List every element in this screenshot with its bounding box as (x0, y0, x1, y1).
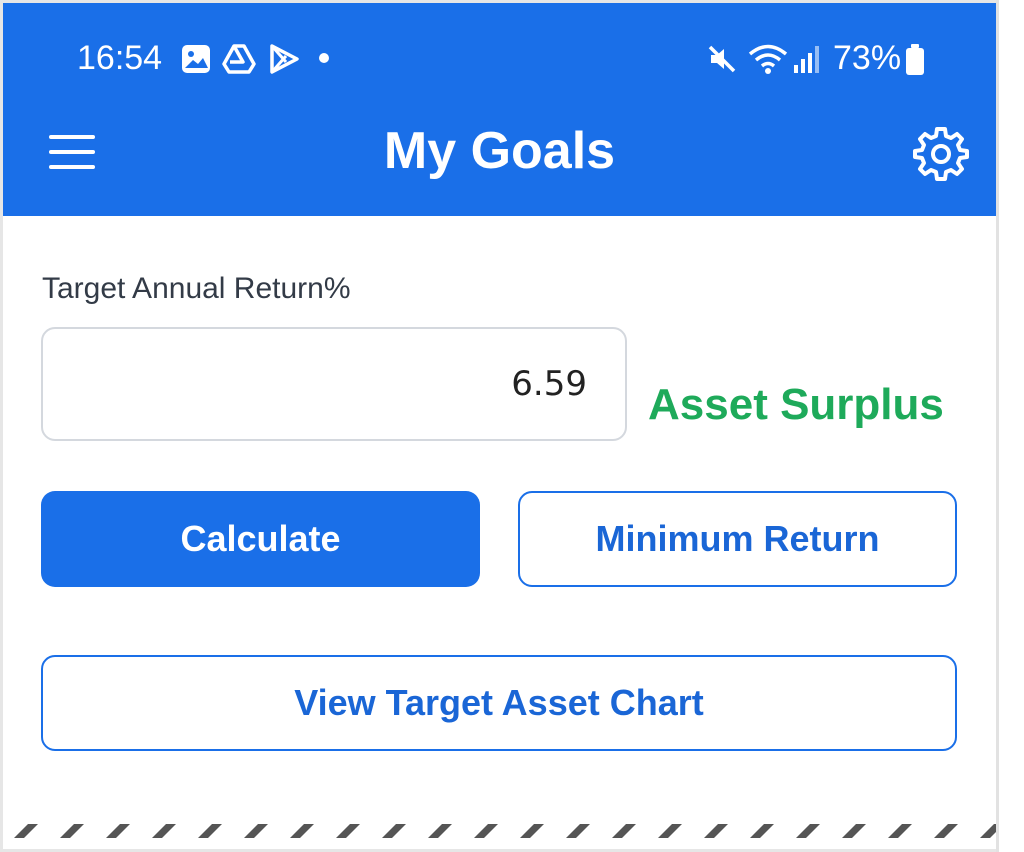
battery-percent: 73% (833, 39, 902, 77)
notification-dot (319, 53, 329, 63)
play-store-icon (270, 44, 299, 74)
gear-icon[interactable] (911, 123, 971, 183)
result-status: Asset Surplus (648, 380, 944, 429)
calculate-button[interactable]: Calculate (41, 491, 480, 587)
status-time: 16:54 (77, 39, 163, 77)
torn-edge-decoration (14, 824, 1004, 838)
mute-icon (708, 45, 736, 73)
battery-icon (906, 44, 924, 75)
wifi-icon (748, 44, 788, 74)
signal-icon (794, 46, 819, 73)
gallery-icon (182, 45, 210, 73)
drive-icon (222, 44, 256, 74)
screenshot-right-edge (996, 0, 1024, 852)
page-title: My Goals (383, 122, 616, 180)
view-target-asset-chart-button[interactable]: View Target Asset Chart (41, 655, 957, 751)
app-bar: 16:54 73% My Goals (3, 3, 996, 216)
target-return-label: Target Annual Return% (42, 272, 351, 305)
minimum-return-button[interactable]: Minimum Return (518, 491, 957, 587)
target-return-input[interactable] (41, 327, 627, 441)
